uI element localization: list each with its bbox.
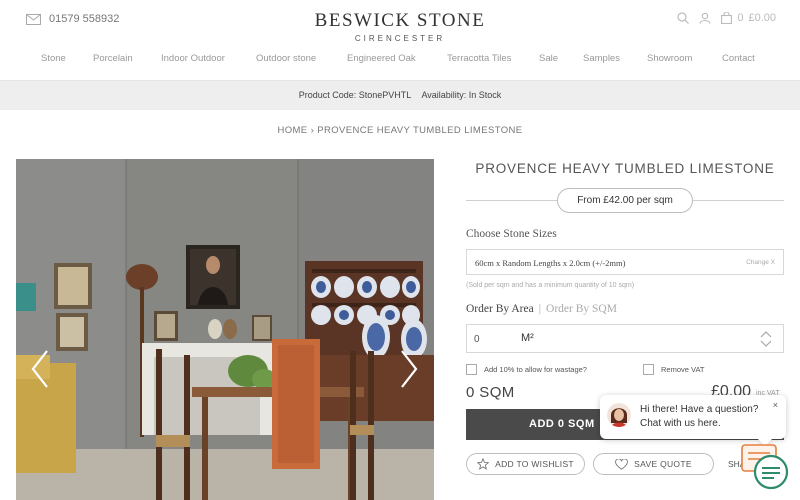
sqm-total: 0 SQM — [466, 384, 515, 401]
order-toggle-separator: | — [538, 303, 542, 315]
breadcrumb: HOME › PROVENCE HEAVY TUMBLED LIMESTONE — [0, 125, 800, 136]
stone-size-value: 60cm x Random Lengths x 2.0cm (+/-2mm) — [475, 258, 626, 268]
chevron-left-icon[interactable] — [30, 349, 50, 389]
change-size-link[interactable]: Change X — [746, 259, 775, 266]
heart-icon — [615, 458, 629, 470]
product-info-bar: Product Code: StonePVHTL Availability: I… — [0, 80, 800, 110]
search-icon[interactable] — [677, 12, 690, 24]
star-icon — [477, 458, 490, 470]
product-image-gallery[interactable] — [16, 159, 434, 500]
nav-item-sale[interactable]: Sale — [539, 53, 558, 64]
area-unit-label: M² — [521, 332, 534, 344]
logo-sub-text: CIRENCESTER — [354, 34, 446, 43]
header-actions: 0 £0.00 — [677, 12, 776, 24]
area-quantity-value[interactable]: 0 — [474, 334, 480, 345]
breadcrumb-home[interactable]: HOME — [277, 125, 307, 136]
quantity-stepper[interactable] — [760, 330, 772, 348]
wishlist-label: ADD TO WISHLIST — [495, 459, 574, 469]
chat-agent-avatar — [607, 403, 631, 427]
remove-vat-label: Remove VAT — [661, 365, 705, 374]
product-info-text: Product Code: StonePVHTL Availability: I… — [0, 90, 800, 100]
choose-sizes-label: Choose Stone Sizes — [466, 228, 557, 240]
order-by-sqm-tab[interactable]: Order By SQM — [546, 303, 617, 315]
chat-icon[interactable] — [741, 444, 789, 490]
stone-size-select[interactable]: 60cm x Random Lengths x 2.0cm (+/-2mm) C… — [466, 249, 784, 275]
save-quote-button[interactable]: SAVE QUOTE — [593, 453, 714, 475]
chat-message-line2: Chat with us here. — [640, 418, 721, 429]
site-header: 01579 558932 BESWICK STONE CIRENCESTER 0… — [0, 0, 800, 45]
price-from-badge: From £42.00 per sqm — [557, 188, 693, 213]
nav-item-indoor-outdoor[interactable]: Indoor Outdoor — [161, 53, 225, 64]
nav-item-stone[interactable]: Stone — [41, 53, 66, 64]
order-mode-toggle: Order By Area | Order By SQM — [466, 303, 617, 315]
minimum-quantity-note: (Sold per sqm and has a minimum quantity… — [466, 282, 635, 289]
area-quantity-input[interactable]: 0 M² — [466, 324, 784, 353]
cart-icon — [721, 12, 733, 24]
add-to-wishlist-button[interactable]: ADD TO WISHLIST — [466, 453, 585, 475]
chat-message: Hi there! Have a question? Chat with us … — [640, 403, 758, 431]
nav-item-terracotta-tiles[interactable]: Terracotta Tiles — [447, 53, 511, 64]
breadcrumb-separator: › — [310, 125, 315, 136]
nav-item-outdoor-stone[interactable]: Outdoor stone — [256, 53, 316, 64]
breadcrumb-current: PROVENCE HEAVY TUMBLED LIMESTONE — [317, 125, 523, 136]
chat-popup[interactable]: Hi there! Have a question? Chat with us … — [600, 395, 786, 447]
wastage-option[interactable]: Add 10% to allow for wastage? — [466, 364, 587, 375]
spinner-down-icon — [760, 340, 772, 347]
close-icon[interactable]: × — [773, 400, 778, 410]
product-availability: Availability: In Stock — [421, 90, 502, 100]
nav-item-showroom[interactable]: Showroom — [647, 53, 692, 64]
main-nav: Stone Porcelain Indoor Outdoor Outdoor s… — [0, 53, 800, 67]
product-title: PROVENCE HEAVY TUMBLED LIMESTONE — [475, 161, 775, 176]
cart-button[interactable]: 0 £0.00 — [721, 12, 776, 24]
chevron-right-icon[interactable] — [399, 349, 419, 389]
wastage-checkbox[interactable] — [466, 364, 477, 375]
nav-item-engineered-oak[interactable]: Engineered Oak — [347, 53, 416, 64]
user-icon[interactable] — [699, 12, 711, 24]
product-photo — [16, 159, 434, 500]
remove-vat-checkbox[interactable] — [643, 364, 654, 375]
nav-item-samples[interactable]: Samples — [583, 53, 620, 64]
product-code: Product Code: StonePVHTL — [298, 90, 411, 100]
wastage-label: Add 10% to allow for wastage? — [484, 365, 587, 374]
save-quote-label: SAVE QUOTE — [634, 459, 692, 469]
nav-item-contact[interactable]: Contact — [722, 53, 755, 64]
spinner-up-icon — [760, 331, 772, 338]
cart-count: 0 — [737, 12, 744, 24]
chat-message-line1: Hi there! Have a question? — [640, 404, 759, 415]
order-by-area-tab[interactable]: Order By Area — [466, 303, 534, 315]
cart-total: £0.00 — [748, 12, 776, 24]
remove-vat-option[interactable]: Remove VAT — [643, 364, 704, 375]
nav-item-porcelain[interactable]: Porcelain — [93, 53, 133, 64]
